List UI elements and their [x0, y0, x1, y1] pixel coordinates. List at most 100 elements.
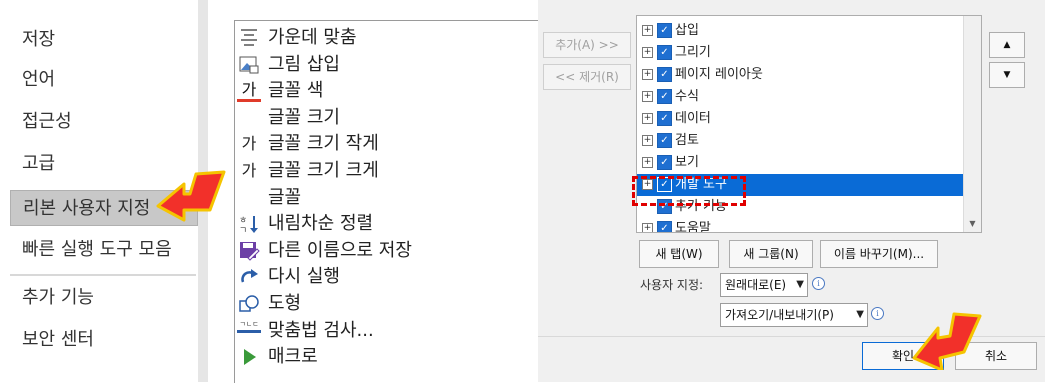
tab-checkbox[interactable]: ✓ [657, 155, 672, 170]
font-color-icon: 가 [237, 80, 261, 103]
command-label: 글꼴 [268, 186, 302, 208]
move-up-button[interactable]: ▲ [989, 32, 1025, 58]
expand-icon[interactable]: + [642, 91, 653, 102]
nav-separator [10, 274, 196, 276]
expand-icon[interactable]: + [642, 47, 653, 58]
expand-icon[interactable]: + [642, 113, 653, 124]
remove-button[interactable]: << 제거(R) [543, 64, 631, 90]
chevron-down-icon: ▼ [856, 309, 864, 320]
reset-dropdown-label: 원래대로(E) [725, 278, 787, 292]
nav-item[interactable]: 저장 [10, 22, 198, 58]
tab-tree-item[interactable]: + ✓ 데이터 [637, 108, 963, 130]
macro-play-icon [237, 346, 261, 368]
add-button[interactable]: 추가(A) >> [543, 32, 631, 58]
tab-tree-label: 그리기 [675, 45, 711, 60]
command-item[interactable]: 매크로 [235, 344, 535, 370]
scroll-down-icon[interactable]: ▼ [964, 215, 981, 232]
command-label: 글꼴 색 [268, 80, 324, 102]
command-label: 맞춤법 검사... [268, 319, 374, 341]
command-label: 그림 삽입 [268, 53, 340, 75]
tab-checkbox[interactable]: ✓ [657, 89, 672, 104]
command-label: 다른 이름으로 저장 [268, 239, 412, 261]
command-label: 글꼴 크기 [268, 106, 340, 128]
command-label: 도형 [268, 293, 302, 314]
customize-label: 사용자 지정: [640, 278, 704, 292]
expand-icon[interactable]: + [642, 135, 653, 146]
command-item[interactable]: 글꼴 [235, 185, 535, 211]
expand-icon[interactable]: + [642, 157, 653, 168]
nav-item[interactable]: 접근성 [10, 104, 198, 140]
tab-tree-item[interactable]: + ✓ 페이지 레이아웃 [637, 64, 963, 86]
info-icon[interactable]: i [812, 277, 825, 290]
rename-button[interactable]: 이름 바꾸기(M)... [820, 240, 938, 268]
commands-list[interactable]: 가운데 맞춤 그림 삽입 가 글꼴 색 글꼴 크기 가 글꼴 크기 작게 가 글꼴 크기 크게 글… [234, 20, 540, 383]
nav-item[interactable]: 보안 센터 [10, 322, 198, 358]
tab-tree-item[interactable]: + ✓ 삽입 [637, 20, 963, 42]
sort-descending-icon: ㅎㄱ [237, 213, 261, 236]
tab-checkbox[interactable]: ✓ [657, 23, 672, 38]
command-item[interactable]: ㅎㄱ 내림차순 정렬 [235, 211, 535, 237]
tab-tree-label: 검토 [675, 133, 699, 148]
tab-tree-label: 데이터 [675, 111, 711, 126]
svg-text:ㅎ: ㅎ [239, 216, 247, 226]
pointer-arrow-ok [912, 312, 982, 370]
command-item[interactable]: 가 글꼴 색 [235, 78, 535, 104]
font-icon [237, 187, 261, 209]
redo-icon [237, 266, 261, 288]
command-item[interactable]: 다시 실행 [235, 264, 535, 290]
nav-item[interactable]: 언어 [10, 62, 198, 98]
tab-tree-label: 도움말 [675, 221, 711, 233]
command-label: 글꼴 크기 작게 [268, 133, 379, 155]
expand-icon[interactable]: + [642, 223, 653, 232]
expand-icon[interactable]: + [642, 69, 653, 80]
tab-tree-item[interactable]: + ✓ 보기 [637, 152, 963, 174]
new-tab-button[interactable]: 새 탭(W) [639, 240, 719, 268]
command-item[interactable]: 다른 이름으로 저장 [235, 238, 535, 264]
command-item[interactable]: 그림 삽입 [235, 52, 535, 78]
command-label: 글꼴 크기 크게 [268, 160, 379, 181]
command-label: 내림차순 정렬 [268, 213, 374, 235]
tab-checkbox[interactable]: ✓ [657, 111, 672, 126]
nav-item[interactable]: 빠른 실행 도구 모음 [10, 232, 198, 268]
tab-tree-item[interactable]: + ✓ 도움말 [637, 218, 963, 233]
move-down-button[interactable]: ▼ [989, 62, 1025, 88]
triangle-up-icon: ▲ [1003, 40, 1011, 50]
command-item[interactable]: 가 글꼴 크기 작게 [235, 131, 535, 157]
info-icon[interactable]: i [871, 307, 884, 320]
tab-tree-item[interactable]: + ✓ 그리기 [637, 42, 963, 64]
tab-tree-label: 보기 [675, 155, 699, 170]
decrease-font-size-icon: 가 [241, 134, 257, 154]
command-item[interactable]: 도형 [235, 291, 535, 317]
nav-item[interactable]: 추가 기능 [10, 280, 198, 316]
import-export-label: 가져오기/내보내기(P) [725, 308, 834, 322]
pointer-arrow-nav [156, 170, 226, 222]
triangle-down-icon: ▼ [1003, 70, 1011, 80]
save-as-icon [237, 240, 261, 262]
tab-checkbox[interactable]: ✓ [657, 45, 672, 60]
center-align-icon [237, 27, 261, 49]
spell-check-icon: ㄱㄴㄷ [237, 320, 261, 333]
new-group-button[interactable]: 새 그룹(N) [729, 240, 813, 268]
tab-checkbox[interactable]: ✓ [657, 221, 672, 232]
command-label: 가운데 맞춤 [268, 27, 357, 48]
reset-dropdown[interactable]: 원래대로(E) ▼ [720, 273, 808, 297]
tab-checkbox[interactable]: ✓ [657, 67, 672, 82]
commands-panel: 가운데 맞춤 그림 삽입 가 글꼴 색 글꼴 크기 가 글꼴 크기 작게 가 글꼴 크기 크게 글… [208, 0, 540, 383]
font-size-icon [237, 107, 261, 129]
tab-tree-item[interactable]: + ✓ 검토 [637, 130, 963, 152]
tree-scrollbar[interactable]: ▼ [963, 16, 981, 232]
command-item[interactable]: ㄱㄴㄷ 맞춤법 검사... [235, 318, 535, 344]
insert-picture-icon [237, 54, 261, 76]
tab-tree-label: 수식 [675, 89, 699, 104]
command-item[interactable]: 가 글꼴 크기 크게 [235, 158, 535, 184]
expand-icon[interactable]: + [642, 25, 653, 36]
command-label: 다시 실행 [268, 266, 340, 288]
tab-checkbox[interactable]: ✓ [657, 133, 672, 148]
tab-tree-label: 삽입 [675, 23, 699, 38]
command-item[interactable]: 가운데 맞춤 [235, 25, 535, 51]
command-item[interactable]: 글꼴 크기 [235, 105, 535, 131]
import-export-dropdown[interactable]: 가져오기/내보내기(P) ▼ [720, 303, 868, 327]
tab-tree-item[interactable]: + ✓ 수식 [637, 86, 963, 108]
command-label: 매크로 [268, 346, 318, 368]
shapes-icon [237, 293, 261, 315]
